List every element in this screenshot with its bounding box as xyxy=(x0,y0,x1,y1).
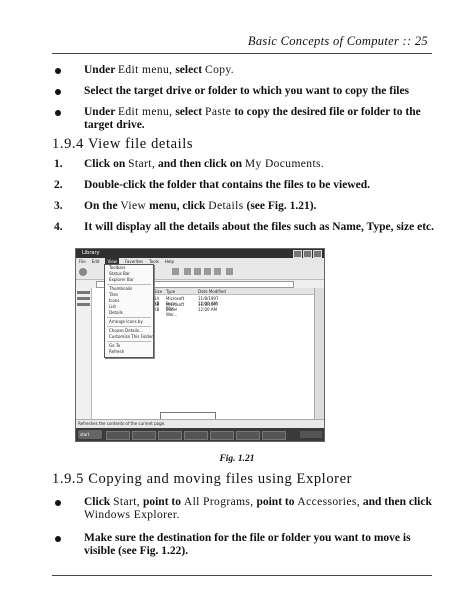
bottom-bullet-list: Click Start, point to All Programs, poin… xyxy=(52,496,434,566)
top-bullet-list: Under Edit menu, select Copy. Select the… xyxy=(52,64,434,140)
window-titlebar: Library xyxy=(76,249,324,258)
undo-icon xyxy=(214,268,221,275)
folders-icon xyxy=(172,268,179,275)
bullet-item: Click Start, point to All Programs, poin… xyxy=(52,496,434,522)
window-title: Library xyxy=(82,250,100,256)
folder-item xyxy=(77,291,90,294)
step-item: 3. On the View menu, click Details (see … xyxy=(54,200,317,212)
bullet-item: Select the target drive or folder to whi… xyxy=(52,85,434,98)
numbered-step-list: 1. Click on Start, and then click on My … xyxy=(52,158,434,242)
bullet-item: Under Edit menu, select Paste to copy th… xyxy=(52,106,434,132)
close-icon xyxy=(313,250,322,258)
footer-rule xyxy=(52,575,432,576)
system-tray xyxy=(300,431,322,438)
menu-file: File xyxy=(79,259,86,264)
minimize-icon xyxy=(293,250,302,258)
menu-divider xyxy=(107,317,151,318)
folder-item xyxy=(77,297,90,300)
menu-divider xyxy=(107,341,151,342)
running-header: Basic Concepts of Computer :: 25 xyxy=(0,34,474,52)
taskbar: start xyxy=(76,428,324,441)
view-menu-item: Customize This Folder... xyxy=(109,334,153,339)
bullet-dot-icon xyxy=(55,110,61,116)
step-item: 2. Double-click the folder that contains… xyxy=(54,179,370,191)
column-header: Size Type Date Modified xyxy=(152,288,314,295)
header-title: Basic Concepts of Computer :: 25 xyxy=(247,34,428,48)
copy-icon xyxy=(194,268,201,275)
delete-icon xyxy=(204,268,211,275)
taskbar-item xyxy=(184,431,208,440)
menu-divider xyxy=(107,284,151,285)
window-controls xyxy=(293,250,322,258)
bullet-dot-icon xyxy=(55,536,61,542)
taskbar-item xyxy=(236,431,260,440)
taskbar-item xyxy=(210,431,234,440)
bullet-item: Make sure the destination for the file o… xyxy=(52,532,434,558)
move-icon xyxy=(184,268,191,275)
taskbar-item xyxy=(158,431,182,440)
step-item: 1. Click on Start, and then click on My … xyxy=(54,158,325,170)
menu-divider xyxy=(107,326,151,327)
maximize-icon xyxy=(303,250,312,258)
view-menu-item: Details xyxy=(109,310,123,315)
view-menu-item: Refresh xyxy=(109,349,125,354)
bullet-item: Under Edit menu, select Copy. xyxy=(52,64,434,77)
folder-pane xyxy=(76,288,92,419)
start-button: start xyxy=(78,430,102,439)
view-menu-item: Arrange Icons by xyxy=(109,319,143,324)
menu-edit: Edit xyxy=(91,259,100,264)
bullet-dot-icon xyxy=(55,68,61,74)
views-icon xyxy=(226,268,233,275)
header-rule xyxy=(52,53,432,54)
bullet-dot-icon xyxy=(55,500,61,506)
status-bar: Refreshes the contents of the current pa… xyxy=(76,419,324,428)
vertical-scrollbar xyxy=(314,288,324,419)
view-menu-item: Explorer Bar xyxy=(109,277,134,282)
step-item: 4. It will display all the details about… xyxy=(54,221,435,233)
taskbar-item xyxy=(132,431,156,440)
section-heading-1-9-4: 1.9.4 View file details xyxy=(52,136,194,152)
folder-item xyxy=(77,303,90,306)
figure-caption: Fig. 1.21 xyxy=(219,454,255,464)
view-dropdown-menu: Toolbars Status Bar Explorer Bar Thumbna… xyxy=(104,264,154,358)
bullet-dot-icon xyxy=(55,89,61,95)
explorer-screenshot-figure: Library File Edit View Favorites Tools H… xyxy=(75,248,325,442)
menu-help: Help xyxy=(164,259,175,264)
section-heading-1-9-5: 1.9.5 Copying and moving files using Exp… xyxy=(52,471,353,487)
taskbar-item xyxy=(262,431,286,440)
taskbar-item xyxy=(106,431,130,440)
back-icon xyxy=(79,268,87,276)
